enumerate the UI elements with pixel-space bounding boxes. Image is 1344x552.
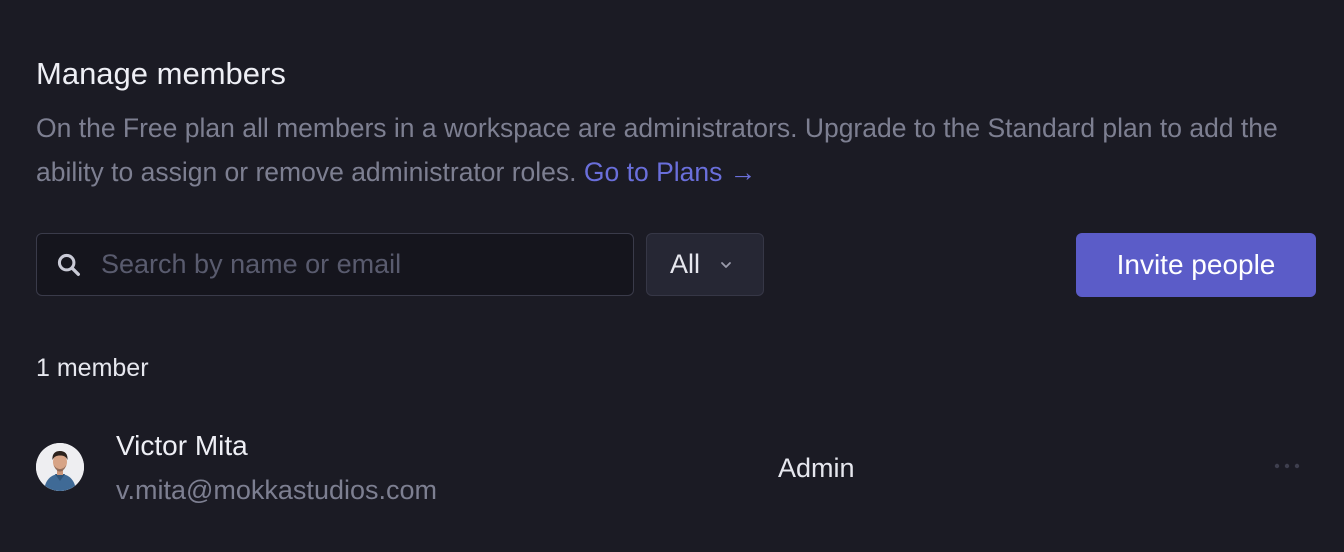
section-description: On the Free plan all members in a worksp…	[36, 106, 1296, 194]
avatar	[36, 443, 84, 491]
avatar-image	[36, 443, 84, 491]
member-row: Victor Mita v.mita@mokkastudios.com Admi…	[36, 420, 1316, 516]
search-icon	[57, 253, 80, 276]
chevron-down-icon	[721, 261, 731, 268]
section-title: Manage members	[36, 56, 286, 91]
more-horizontal-icon[interactable]	[1272, 458, 1302, 474]
member-search[interactable]	[36, 233, 634, 296]
member-name: Victor Mita	[116, 430, 248, 461]
member-count: 1 member	[36, 354, 149, 382]
role-filter-select[interactable]: All	[646, 233, 764, 296]
filter-value: All	[670, 249, 701, 279]
member-email: v.mita@mokkastudios.com	[116, 475, 437, 505]
go-to-plans-link[interactable]: Go to Plans →	[584, 157, 756, 187]
search-input[interactable]	[101, 249, 601, 280]
invite-people-button[interactable]: Invite people	[1076, 233, 1316, 297]
member-role: Admin	[778, 453, 855, 483]
